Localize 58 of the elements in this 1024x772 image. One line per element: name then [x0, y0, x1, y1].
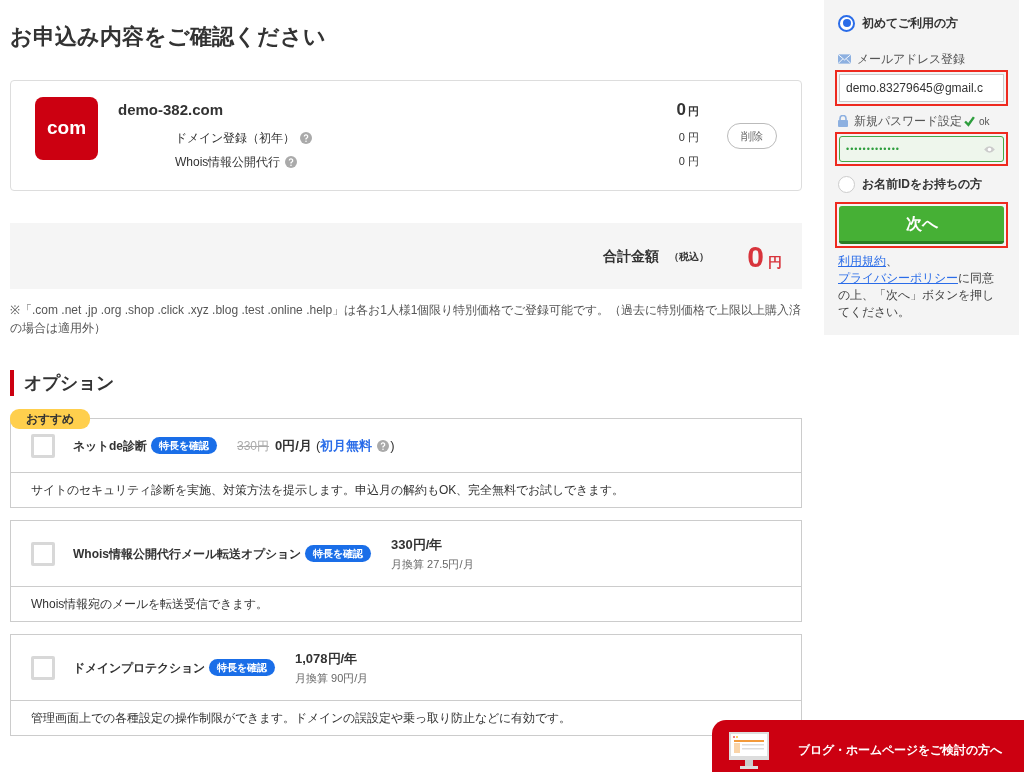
- option-name: ドメインプロテクション: [73, 659, 205, 677]
- domain-price: 0 円: [676, 99, 699, 121]
- fee-price: 0 円: [678, 130, 699, 146]
- checkbox[interactable]: [31, 433, 55, 458]
- fee-price: 0 円: [678, 154, 699, 170]
- monthly-price: 月換算 90円/月: [295, 670, 369, 686]
- feature-link[interactable]: 特長を確認: [305, 545, 371, 562]
- password-status: ok: [979, 114, 990, 129]
- section-heading: オプション: [10, 370, 802, 396]
- option-description: Whois情報宛のメールを転送受信できます。: [30, 596, 270, 613]
- tax-note: （税込）: [669, 249, 710, 264]
- page-title: お申込み内容をご確認ください: [10, 23, 327, 51]
- total-label: 合計金額: [603, 246, 660, 266]
- check-icon: [964, 115, 975, 127]
- old-price: 330円: [237, 437, 270, 455]
- monthly-price: 月換算 27.5円/月: [391, 556, 474, 572]
- password-field[interactable]: •••••••••••••: [839, 136, 1004, 162]
- option-name: ネットde診断: [73, 437, 147, 455]
- recommend-badge: おすすめ: [10, 409, 90, 429]
- paren-text: (: [315, 436, 321, 455]
- option-name: Whois情報公開代行メール転送オプション: [73, 545, 301, 563]
- next-button[interactable]: 次へ: [839, 206, 1004, 244]
- terms-link[interactable]: 利用規約: [838, 254, 886, 268]
- option-description: サイトのセキュリティ診断を実施、対策方法を提示します。申込月の解約もOK、完全無料でお試しできます。: [30, 482, 626, 499]
- help-icon[interactable]: [285, 155, 298, 168]
- help-icon[interactable]: [300, 131, 312, 144]
- help-icon[interactable]: [377, 439, 390, 452]
- delete-button[interactable]: 削除: [727, 123, 777, 149]
- radio-label: 初めてご利用の方: [862, 15, 958, 32]
- field-label: メールアドレス登録: [857, 51, 965, 68]
- paren-text: ): [390, 436, 395, 455]
- option-description: 管理画面上での各種設定の操作制限ができます。ドメインの誤設定や乗っ取り防止などに有効です。: [30, 710, 572, 727]
- banner-button[interactable]: ブログ・ホームページをご検討の方へ: [712, 720, 1024, 772]
- agreement-text: 利用規約、 プライバシーポリシーに同意の上、「次へ」ボタンを押してください。: [838, 253, 995, 321]
- total-amount: 0 円: [747, 238, 782, 275]
- option-price: 0円/月: [275, 436, 312, 455]
- tld-logo: com: [35, 97, 98, 160]
- email-field[interactable]: demo.83279645@gmail.c: [839, 74, 1004, 102]
- feature-link[interactable]: 特長を確認: [209, 659, 275, 676]
- radio-label: お名前IDをお持ちの方: [862, 176, 982, 193]
- banner-label: ブログ・ホームページをご検討の方へ: [798, 742, 1002, 759]
- footnote: ※「.com .net .jp .org .shop .click .xyz .blog .test .online .help」は各お1人様1個限り特別価格でご登録可能です。（過去に特別価格で上限以上購入済の場合は適用外）: [10, 302, 802, 337]
- eye-icon[interactable]: [983, 144, 996, 154]
- field-label: 新規パスワード設定: [854, 113, 962, 130]
- option-price: 1,078円/年: [295, 650, 358, 668]
- privacy-link[interactable]: プライバシーポリシー: [838, 271, 958, 285]
- promo-link[interactable]: 初月無料: [320, 435, 373, 456]
- monitor-icon: [728, 730, 770, 770]
- fee-label: Whois情報公開代行: [175, 153, 281, 171]
- lock-icon: [838, 115, 848, 127]
- fee-label: ドメイン登録（初年）: [175, 129, 295, 147]
- domain-name: demo-382.com: [118, 100, 224, 120]
- checkbox[interactable]: [31, 655, 55, 680]
- radio-button[interactable]: [838, 14, 855, 32]
- feature-link[interactable]: 特長を確認: [151, 437, 217, 454]
- checkbox[interactable]: [31, 541, 55, 566]
- mail-icon: [838, 54, 851, 64]
- option-price: 330円/年: [391, 536, 443, 554]
